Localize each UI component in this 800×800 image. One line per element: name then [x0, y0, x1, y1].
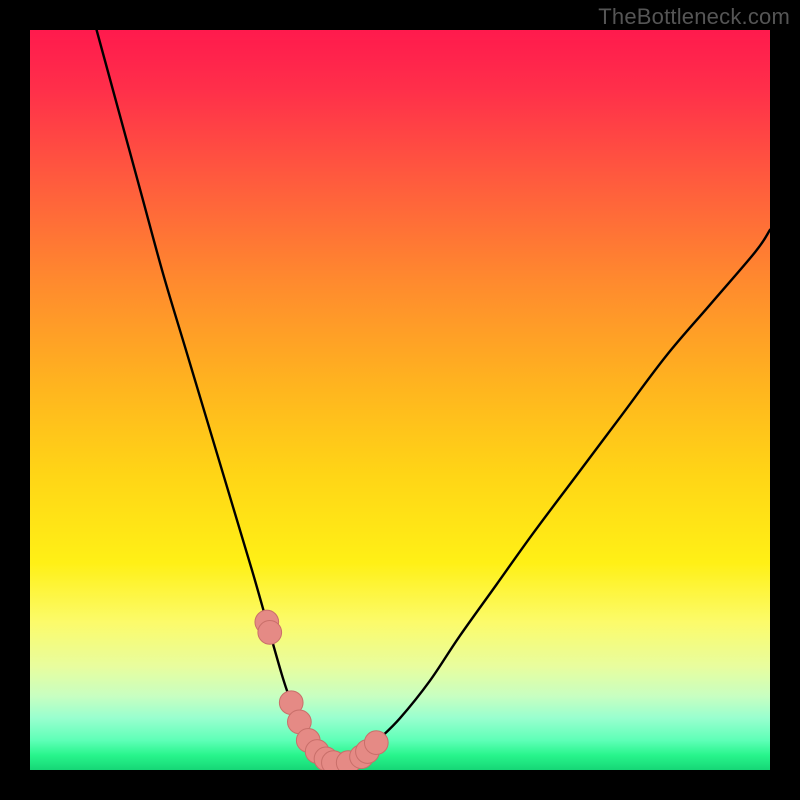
data-marker	[258, 621, 282, 645]
watermark-text: TheBottleneck.com	[598, 4, 790, 30]
chart-svg	[30, 30, 770, 770]
right-curve	[333, 230, 770, 763]
chart-frame: TheBottleneck.com	[0, 0, 800, 800]
marker-group	[255, 610, 388, 770]
chart-plot-area	[30, 30, 770, 770]
left-curve	[97, 30, 334, 763]
data-marker	[364, 731, 388, 755]
